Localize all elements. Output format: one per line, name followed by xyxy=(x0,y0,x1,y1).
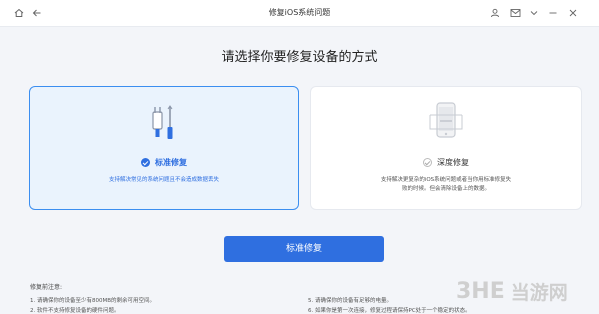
page-heading: 请选择你要修复设备的方式 xyxy=(221,50,378,65)
watermark-text: 当游网 xyxy=(510,281,568,304)
standard-repair-description: 支持解决常见的系统问题且不会造成数据丢失 xyxy=(108,177,219,183)
title-bar: 修复iOS系统问题 xyxy=(0,0,599,27)
minimize-icon[interactable] xyxy=(546,6,560,20)
standard-repair-card[interactable]: 标准修复 支持解决常见的系统问题且不会造成数据丢失 xyxy=(29,86,299,210)
deep-repair-title: 深度修复 xyxy=(311,157,581,168)
user-icon[interactable] xyxy=(488,6,502,20)
phone-icon xyxy=(426,99,466,149)
standard-repair-button[interactable]: 标准修复 xyxy=(224,236,384,262)
tools-icon xyxy=(147,103,181,147)
checkmark-unselected-icon xyxy=(423,158,432,167)
watermark: 3HE 当游网 xyxy=(456,275,596,307)
checkmark-selected-icon xyxy=(141,158,150,167)
deep-repair-card[interactable]: 深度修复 支持解决更复杂的iOS系统问题或者当你用标准修复失 败的时候。但会清除… xyxy=(310,86,582,210)
note-item: 6. 如果你是第一次连接，修复过程请保持PC处于一个稳定的状态。 xyxy=(308,308,471,314)
deep-repair-description: 支持解决更复杂的iOS系统问题或者当你用标准修复失 败的时候。但会清除设备上的数… xyxy=(380,177,512,192)
note-item: 2. 软件不支持修复设备的硬件问题。 xyxy=(30,308,120,314)
message-icon[interactable] xyxy=(508,6,522,20)
note-item: 5. 请确保你的设备有足够的电量。 xyxy=(308,298,392,304)
watermark-logo: 3HE xyxy=(456,278,505,304)
chevron-down-icon[interactable] xyxy=(527,6,541,20)
notes-title: 修复前注意: xyxy=(30,284,63,291)
close-icon[interactable] xyxy=(566,6,580,20)
note-item: 1. 请确保你的设备至少有800MB的剩余可用空间。 xyxy=(30,298,156,304)
standard-repair-title: 标准修复 xyxy=(30,157,298,168)
